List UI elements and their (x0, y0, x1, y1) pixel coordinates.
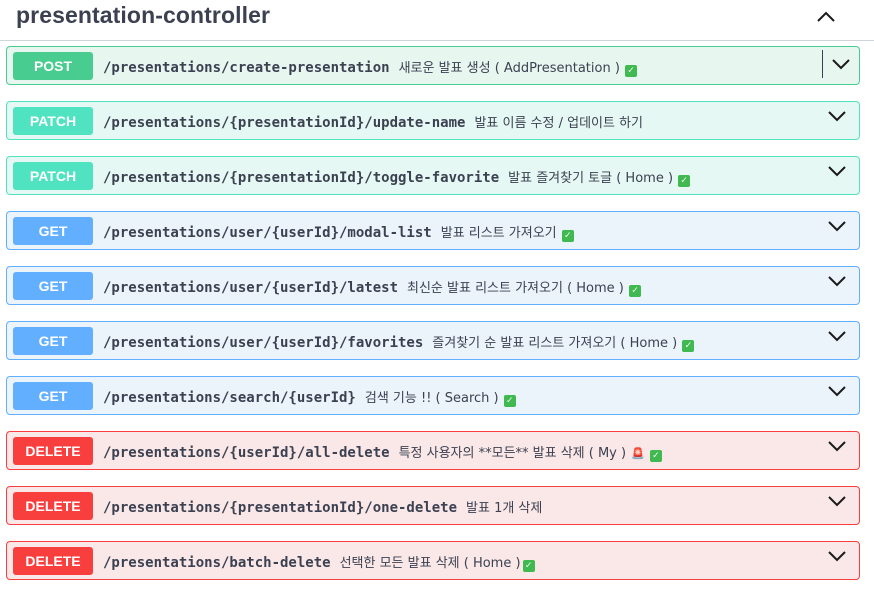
operation-path: /presentations/batch-delete 선택한 모든 발표 삭제 … (103, 552, 535, 572)
operation-path: /presentations/{presentationId}/one-dele… (103, 497, 542, 516)
siren-icon: 🚨 (631, 447, 645, 460)
operation-summary: 최신순 발표 리스트 가져오기 ( Home ) (407, 281, 624, 296)
operation-create-presentation[interactable]: POST /presentations/create-presentation 새… (6, 46, 860, 85)
expand-button[interactable] (827, 109, 847, 131)
chevron-down-icon (828, 496, 846, 507)
expand-button[interactable] (827, 439, 847, 461)
expand-button[interactable] (827, 384, 847, 406)
expand-button[interactable] (827, 219, 847, 241)
path-text: /presentations/batch-delete (103, 555, 331, 571)
check-box-icon: ✓ (503, 395, 516, 407)
chevron-down-icon (828, 441, 846, 452)
chevron-down-icon (828, 386, 846, 397)
operation-summary: 즐겨찾기 순 발표 리스트 가져오기 ( Home ) (432, 336, 678, 351)
operation-summary: 발표 리스트 가져오기 (440, 226, 557, 241)
method-badge: GET (13, 272, 93, 300)
path-text: /presentations/search/{userId} (103, 390, 356, 406)
method-badge: DELETE (13, 437, 93, 465)
operation-summary: 검색 기능 !! ( Search ) (364, 391, 499, 406)
collapse-button[interactable] (812, 4, 840, 28)
operation-summary: 특정 사용자의 **모든** 발표 삭제 ( My ) (398, 446, 627, 461)
path-text: /presentations/user/{userId}/modal-list (103, 225, 432, 241)
operation-path: /presentations/{presentationId}/update-n… (103, 112, 643, 131)
operation-path: /presentations/search/{userId} 검색 기능 !! (… (103, 387, 516, 407)
chevron-down-icon (832, 59, 850, 70)
method-badge: DELETE (13, 547, 93, 575)
operation-favorites[interactable]: GET /presentations/user/{userId}/favorit… (6, 321, 860, 360)
chevron-down-icon (828, 331, 846, 342)
operation-search[interactable]: GET /presentations/search/{userId} 검색 기능 … (6, 376, 860, 415)
controller-title[interactable]: presentation-controller (16, 2, 270, 29)
check-box-icon: ✓ (624, 65, 637, 77)
method-badge: POST (13, 52, 93, 80)
operation-path: /presentations/user/{userId}/favorites 즐겨… (103, 332, 695, 352)
operation-summary: 발표 1개 삭제 (466, 501, 543, 516)
expand-button[interactable] (827, 549, 847, 571)
expand-button[interactable] (827, 329, 847, 351)
operation-summary: 선택한 모든 발표 삭제 ( Home ) (339, 556, 521, 571)
method-badge: GET (13, 217, 93, 245)
operation-path: /presentations/user/{userId}/latest 최신순 발… (103, 277, 641, 297)
operation-path: /presentations/{userId}/all-delete 특정 사용자… (103, 442, 662, 462)
path-text: /presentations/{presentationId}/one-dele… (103, 500, 458, 516)
path-text: /presentations/user/{userId}/latest (103, 280, 399, 296)
chevron-down-icon (828, 166, 846, 177)
check-box-icon: ✓ (649, 450, 662, 462)
expand-button[interactable] (827, 164, 847, 186)
chevron-down-icon (828, 111, 846, 122)
chevron-down-icon (828, 551, 846, 562)
controller-header[interactable]: presentation-controller (0, 0, 874, 41)
operation-modal-list[interactable]: GET /presentations/user/{userId}/modal-l… (6, 211, 860, 250)
operation-one-delete[interactable]: DELETE /presentations/{presentationId}/o… (6, 486, 860, 525)
operation-update-name[interactable]: PATCH /presentations/{presentationId}/up… (6, 101, 860, 140)
operation-toggle-favorite[interactable]: PATCH /presentations/{presentationId}/to… (6, 156, 860, 195)
method-badge: GET (13, 382, 93, 410)
operation-summary: 발표 즐겨찾기 토글 ( Home ) (508, 171, 674, 186)
operation-batch-delete[interactable]: DELETE /presentations/batch-delete 선택한 모든… (6, 541, 860, 580)
method-badge: PATCH (13, 162, 93, 190)
chevron-up-icon (817, 11, 835, 22)
expand-button[interactable] (827, 274, 847, 296)
operation-latest[interactable]: GET /presentations/user/{userId}/latest 최… (6, 266, 860, 305)
path-text: /presentations/user/{userId}/favorites (103, 335, 424, 351)
path-text: /presentations/create-presentation (103, 60, 390, 76)
check-box-icon: ✓ (628, 285, 641, 297)
method-badge: PATCH (13, 107, 93, 135)
path-text: /presentations/{presentationId}/update-n… (103, 115, 466, 131)
path-text: /presentations/{userId}/all-delete (103, 445, 390, 461)
operation-path: /presentations/{presentationId}/toggle-f… (103, 167, 691, 187)
check-box-icon: ✓ (522, 560, 535, 572)
operation-summary: 발표 이름 수정 / 업데이트 하기 (474, 116, 643, 131)
check-box-icon: ✓ (682, 340, 695, 352)
chevron-down-icon (828, 276, 846, 287)
operation-summary: 새로운 발표 생성 ( AddPresentation ) (398, 61, 620, 76)
expand-button[interactable] (827, 494, 847, 516)
operation-path: /presentations/create-presentation 새로운 발표… (103, 57, 637, 77)
expand-button[interactable] (822, 50, 859, 78)
chevron-down-icon (828, 221, 846, 232)
method-badge: DELETE (13, 492, 93, 520)
path-text: /presentations/{presentationId}/toggle-f… (103, 170, 500, 186)
check-box-icon: ✓ (561, 230, 574, 242)
operation-path: /presentations/user/{userId}/modal-list 발… (103, 222, 574, 242)
operation-all-delete[interactable]: DELETE /presentations/{userId}/all-delet… (6, 431, 860, 470)
check-box-icon: ✓ (678, 175, 691, 187)
method-badge: GET (13, 327, 93, 355)
